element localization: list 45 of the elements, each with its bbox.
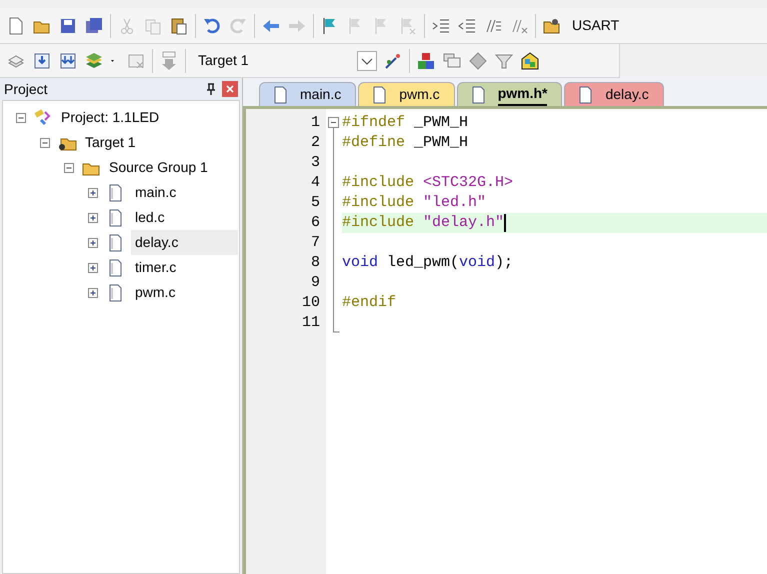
tree-item[interactable]: pwm.c: [131, 280, 180, 305]
tree-item[interactable]: main.c: [131, 180, 180, 205]
tree-item[interactable]: Project: 1.1LED: [57, 105, 164, 130]
windows-icon[interactable]: [442, 50, 462, 70]
line-number: 9: [310, 273, 321, 293]
tree-item[interactable]: led.c: [131, 205, 169, 230]
editor-tab[interactable]: pwm.h*: [456, 82, 562, 106]
editor-tab[interactable]: pwm.c: [358, 82, 455, 106]
code-line: #define _PWM_H: [342, 133, 470, 153]
pin-icon[interactable]: [206, 83, 216, 95]
code-line: #ifndef _PWM_H: [342, 113, 470, 133]
code-line: #endif: [342, 293, 398, 313]
editor-tab[interactable]: main.c: [259, 82, 356, 106]
code-line: #include <STC32G.H>: [342, 173, 514, 193]
text-cursor: [504, 214, 506, 232]
blocks-icon[interactable]: [416, 50, 436, 70]
line-number: 10: [300, 293, 321, 313]
tree-item[interactable]: Source Group 1: [105, 155, 212, 180]
paste-icon[interactable]: [169, 16, 189, 36]
code-line: #include "led.h": [342, 193, 488, 213]
line-number: 1: [310, 113, 321, 133]
line-number: 3: [310, 153, 321, 173]
line-number: 4: [310, 173, 321, 193]
save-all-icon[interactable]: [84, 16, 104, 36]
panel-title: Project: [4, 80, 48, 99]
editor-tab[interactable]: delay.c: [564, 82, 664, 106]
layers-icon[interactable]: [84, 50, 104, 70]
line-number: 6: [310, 213, 321, 233]
tree-item[interactable]: delay.c: [131, 230, 238, 255]
build-icon[interactable]: [32, 50, 52, 70]
chevron-down-icon[interactable]: [357, 50, 377, 70]
project-icon: [33, 108, 53, 128]
line-number: 7: [310, 233, 321, 253]
tree-item[interactable]: timer.c: [131, 255, 180, 280]
line-number: 2: [310, 133, 321, 153]
diamond-icon[interactable]: [468, 50, 488, 70]
line-number: 11: [300, 313, 321, 333]
undo-icon[interactable]: [202, 16, 222, 36]
close-icon[interactable]: [222, 81, 238, 97]
function-label: USART: [572, 16, 620, 35]
line-number: 8: [310, 253, 321, 273]
tree-item[interactable]: Target 1: [81, 130, 140, 155]
line-number: 5: [310, 193, 321, 213]
rebuild-icon[interactable]: [58, 50, 78, 70]
code-line: void led_pwm(void);: [342, 253, 514, 273]
